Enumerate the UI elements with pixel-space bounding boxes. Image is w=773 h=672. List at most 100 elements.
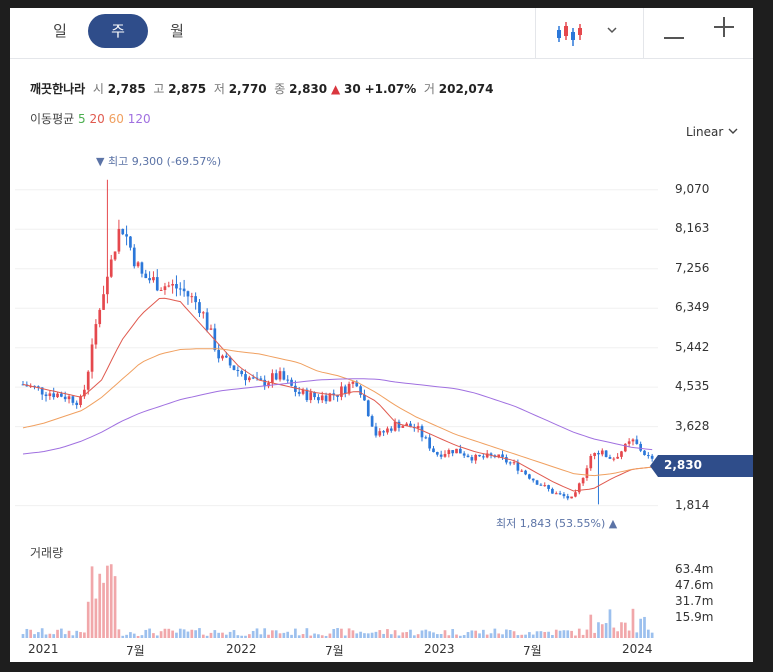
volume-tick-label: 15.9m [675, 610, 714, 624]
volume-bar [386, 629, 389, 638]
candle [501, 450, 504, 460]
volume-bar [140, 635, 144, 638]
volume-tick-label: 47.6m [675, 578, 714, 592]
tab-monthly[interactable]: 월 [147, 14, 207, 48]
volume-bar [282, 632, 286, 638]
candle [286, 375, 290, 383]
candle [129, 236, 132, 251]
volume-bar [378, 630, 382, 638]
candle [451, 450, 455, 457]
candle [209, 324, 213, 331]
candle [466, 453, 470, 458]
tab-daily[interactable]: 일 [30, 14, 90, 48]
volume-bar [244, 635, 247, 638]
volume-bar [255, 628, 259, 638]
volume-bar [539, 631, 543, 638]
volume-bar [359, 631, 362, 638]
candle [535, 479, 539, 485]
top-toolbar: 일 주 월 [10, 8, 753, 59]
volume-bar [175, 632, 178, 638]
candle [109, 254, 113, 278]
volume-bar [508, 629, 512, 638]
volume-bar [144, 629, 148, 638]
volume-bar [363, 633, 366, 638]
price-tick-label: 8,163 [675, 221, 710, 236]
candle [152, 271, 155, 283]
candle [478, 454, 481, 457]
volume-bar [155, 635, 159, 638]
volume-bar [290, 634, 293, 638]
volume-bar [447, 635, 451, 638]
volume-bar [44, 634, 48, 638]
volume-bar [228, 631, 232, 638]
candle [194, 292, 197, 310]
candle [278, 367, 282, 382]
volume-bar [562, 630, 566, 638]
candle [44, 391, 48, 402]
volume-bar [324, 635, 328, 638]
candle [620, 450, 623, 460]
minus-icon[interactable] [664, 25, 684, 39]
volume-bar [478, 633, 481, 638]
volume-bar [178, 628, 182, 638]
volume-bar [60, 628, 63, 638]
candlestick-icon[interactable] [554, 18, 584, 48]
candle [382, 430, 385, 437]
volume-bar [106, 565, 109, 638]
plus-icon[interactable] [714, 17, 734, 37]
volume-bar [566, 630, 570, 638]
volume-bar [148, 628, 151, 638]
candle [355, 380, 359, 388]
price-chart[interactable] [10, 158, 753, 528]
change-arrow: ▲ [330, 82, 341, 96]
volume-title: 거래량 [30, 546, 64, 560]
volume-bar [109, 564, 113, 638]
candle [424, 435, 428, 440]
candle [643, 450, 646, 456]
scale-selector[interactable]: Linear [686, 125, 739, 139]
volume-bar [171, 630, 174, 638]
tab-weekly[interactable]: 주 [88, 14, 148, 48]
candle [98, 308, 102, 328]
volume-bar [313, 633, 316, 638]
candle [627, 438, 631, 448]
candle [305, 387, 309, 403]
volume-bar [259, 634, 263, 638]
volume-bar [482, 629, 485, 638]
volume-bar [98, 573, 102, 638]
chart-window: 일 주 월 깨끗한나라 시 2,785 고 2,875 저 2,770 종 2, [10, 8, 753, 662]
candle [205, 308, 209, 333]
volume-bar [355, 633, 359, 638]
candle [190, 292, 194, 303]
volume-bar [485, 634, 489, 638]
candle [547, 484, 550, 492]
candle [539, 483, 543, 486]
volume-bar [248, 634, 251, 638]
volume-chart [21, 564, 654, 638]
volume-bar [635, 632, 639, 638]
volume-bar [409, 629, 412, 638]
chevron-down-icon[interactable] [605, 22, 619, 36]
volume-bar [551, 635, 554, 638]
ohlc-info: 깨끗한나라 시 2,785 고 2,875 저 2,770 종 2,830 ▲ … [30, 82, 494, 96]
candle [90, 338, 94, 379]
volume-bar [370, 632, 374, 638]
volume-bar [374, 631, 378, 638]
volume-bar [71, 635, 75, 638]
high-annotation: ▼ 최고 9,300 (-69.57%) [96, 155, 222, 168]
volume-bar [597, 622, 600, 638]
candle [597, 450, 600, 505]
volume-bar [501, 634, 504, 638]
candle [435, 451, 439, 457]
price-tick-label: 3,628 [675, 418, 710, 433]
time-tick-label: 7월 [523, 644, 542, 658]
candle [198, 299, 201, 317]
volume-bar [531, 634, 535, 638]
chevron-down-icon [728, 128, 738, 134]
volume-bar [113, 576, 117, 638]
candle [566, 493, 570, 501]
volume-bar [589, 614, 593, 638]
volume-bar [608, 609, 612, 638]
volume-bar [67, 630, 71, 638]
candle [248, 375, 251, 383]
